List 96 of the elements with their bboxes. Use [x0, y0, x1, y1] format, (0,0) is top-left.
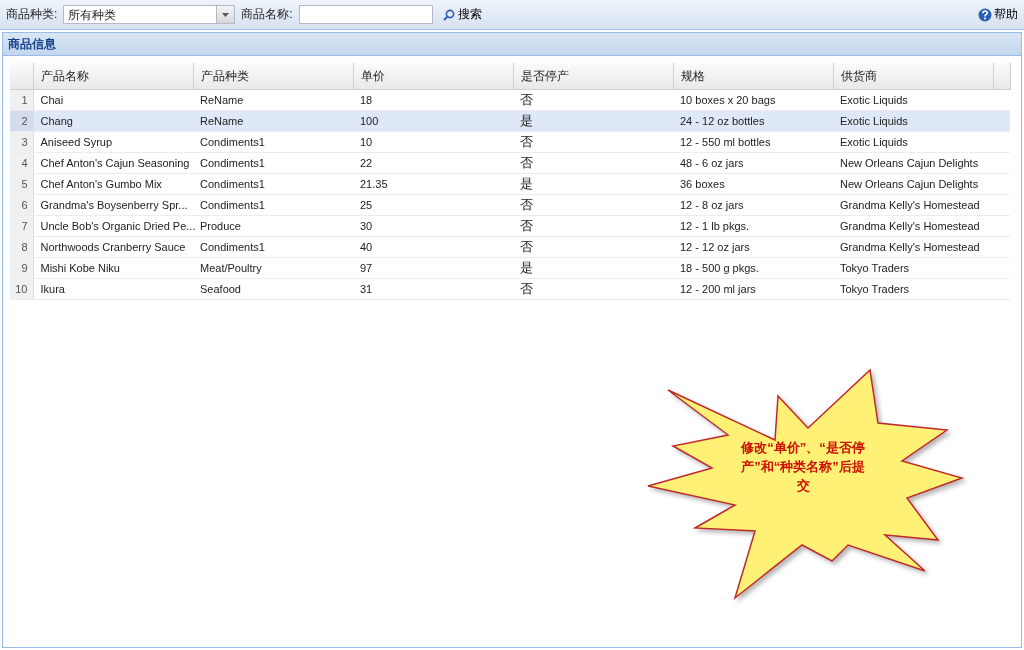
table-cell: 12 - 1 lb pkgs.: [673, 215, 833, 237]
table-cell: Grandma Kelly's Homestead: [833, 215, 993, 237]
table-cell: Uncle Bob's Organic Dried Pe...: [33, 215, 193, 237]
table-cell: 否: [513, 278, 673, 300]
table-cell: Condiments1: [193, 173, 353, 195]
table-cell: Exotic Liquids: [833, 89, 993, 111]
table-cell: 否: [513, 152, 673, 174]
grid-row[interactable]: 6 Grandma's Boysenberry Spr... Condiments1 25 否 12 - 8 oz jars Grandma Kelly's Homestead: [10, 194, 1010, 216]
table-cell: New Orleans Cajun Delights: [833, 173, 993, 195]
table-cell: 40: [353, 236, 513, 258]
category-dropdown[interactable]: 所有种类: [63, 5, 236, 24]
table-cell: Exotic Liquids: [833, 131, 993, 153]
grid-row[interactable]: 5 Chef Anton's Gumbo Mix Condiments1 21.35 是 36 boxes New Orleans Cajun Delights: [10, 173, 1010, 195]
table-cell: ReName: [193, 110, 353, 132]
table-cell: 36 boxes: [673, 173, 833, 195]
grid-row[interactable]: 8 Northwoods Cranberry Sauce Condiments1 40 否 12 - 12 oz jars Grandma Kelly's Homestead: [10, 236, 1010, 258]
row-number: 10: [10, 278, 33, 300]
table-cell: Tokyo Traders: [833, 257, 993, 279]
table-cell: 否: [513, 215, 673, 237]
table-cell: 97: [353, 257, 513, 279]
table-cell: Ikura: [33, 278, 193, 300]
table-cell: 12 - 200 ml jars: [673, 278, 833, 300]
name-label: 商品名称:: [241, 6, 293, 23]
grid-row[interactable]: 10 Ikura Seafood 31 否 12 - 200 ml jars Tokyo Traders: [10, 278, 1010, 300]
table-cell: New Orleans Cajun Delights: [833, 152, 993, 174]
grid-row[interactable]: 1 Chai ReName 18 否 10 boxes x 20 bags Exotic Liquids: [10, 89, 1010, 111]
panel-title: 商品信息: [3, 33, 1021, 56]
row-number: 5: [10, 173, 33, 195]
table-cell: 25: [353, 194, 513, 216]
table-cell: 22: [353, 152, 513, 174]
table-cell: Grandma Kelly's Homestead: [833, 236, 993, 258]
callout-text: 修改“单价”、“是否停产”和“种类名称”后提交: [740, 439, 866, 495]
table-cell: 10 boxes x 20 bags: [673, 89, 833, 111]
table-cell: 18: [353, 89, 513, 111]
search-button[interactable]: 搜索: [438, 6, 486, 23]
table-cell: 31: [353, 278, 513, 300]
grid-row[interactable]: 2 Chang ReName 100 是 24 - 12 oz bottles Exotic Liquids: [10, 110, 1010, 132]
table-cell: 12 - 12 oz jars: [673, 236, 833, 258]
table-cell: Mishi Kobe Niku: [33, 257, 193, 279]
table-cell: 18 - 500 g pkgs.: [673, 257, 833, 279]
category-label: 商品种类:: [6, 6, 58, 23]
table-cell: 48 - 6 oz jars: [673, 152, 833, 174]
row-number: 4: [10, 152, 33, 174]
table-cell: Condiments1: [193, 236, 353, 258]
table-cell: Chef Anton's Gumbo Mix: [33, 173, 193, 195]
table-cell: Grandma's Boysenberry Spr...: [33, 194, 193, 216]
table-cell: Condiments1: [193, 194, 353, 216]
caret-icon: [222, 12, 230, 17]
table-cell: Tokyo Traders: [833, 278, 993, 300]
row-number: 1: [10, 89, 33, 111]
column-header[interactable]: 单价: [353, 63, 513, 90]
table-cell: Aniseed Syrup: [33, 131, 193, 153]
column-header[interactable]: 是否停产: [513, 63, 673, 90]
help-button[interactable]: 帮助: [978, 6, 1018, 23]
row-number: 6: [10, 194, 33, 216]
grid-row[interactable]: 7 Uncle Bob's Organic Dried Pe... Produce 30 否 12 - 1 lb pkgs. Grandma Kelly's Homestead: [10, 215, 1010, 237]
table-cell: Northwoods Cranberry Sauce: [33, 236, 193, 258]
table-cell: 是: [513, 257, 673, 279]
help-icon: [978, 7, 992, 22]
row-number: 9: [10, 257, 33, 279]
grid-row[interactable]: 4 Chef Anton's Cajun Seasoning Condiments1 22 否 48 - 6 oz jars New Orleans Cajun Delights: [10, 152, 1010, 174]
table-cell: 否: [513, 236, 673, 258]
name-input[interactable]: [298, 5, 433, 24]
table-cell: 10: [353, 131, 513, 153]
row-number: 8: [10, 236, 33, 258]
row-number: 2: [10, 110, 33, 132]
table-cell: 24 - 12 oz bottles: [673, 110, 833, 132]
column-header[interactable]: 产品种类: [193, 63, 353, 90]
table-cell: 12 - 550 ml bottles: [673, 131, 833, 153]
row-number: 7: [10, 215, 33, 237]
table-cell: 是: [513, 173, 673, 195]
table-cell: 否: [513, 131, 673, 153]
table-cell: Chai: [33, 89, 193, 111]
table-cell: Grandma Kelly's Homestead: [833, 194, 993, 216]
table-cell: Chef Anton's Cajun Seasoning: [33, 152, 193, 174]
table-cell: 12 - 8 oz jars: [673, 194, 833, 216]
table-cell: 21.35: [353, 173, 513, 195]
grid-row[interactable]: 3 Aniseed Syrup Condiments1 10 否 12 - 550 ml bottles Exotic Liquids: [10, 131, 1010, 153]
table-cell: 否: [513, 89, 673, 111]
grid-row[interactable]: 9 Mishi Kobe Niku Meat/Poultry 97 是 18 - 500 g pkgs. Tokyo Traders: [10, 257, 1010, 279]
table-cell: 否: [513, 194, 673, 216]
table-cell: 100: [353, 110, 513, 132]
column-header[interactable]: 供货商: [833, 63, 993, 90]
column-header[interactable]: 规格: [673, 63, 833, 90]
search-icon: [442, 8, 455, 21]
table-cell: 是: [513, 110, 673, 132]
table-cell: 30: [353, 215, 513, 237]
table-cell: Condiments1: [193, 131, 353, 153]
table-cell: Produce: [193, 215, 353, 237]
row-number: 3: [10, 131, 33, 153]
table-cell: Meat/Poultry: [193, 257, 353, 279]
table-cell: ReName: [193, 89, 353, 111]
table-cell: Exotic Liquids: [833, 110, 993, 132]
table-cell: Seafood: [193, 278, 353, 300]
column-header[interactable]: 产品名称: [33, 63, 193, 90]
table-cell: Condiments1: [193, 152, 353, 174]
